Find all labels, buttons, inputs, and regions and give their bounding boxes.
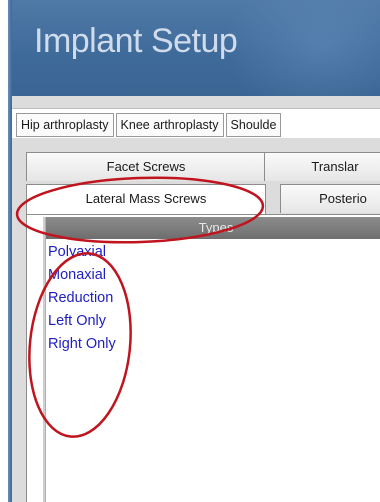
types-item-left-only[interactable]: Left Only (46, 310, 380, 333)
tab-lateral-mass-screws[interactable]: Lateral Mass Screws (26, 184, 266, 215)
types-item-reduction[interactable]: Reduction (46, 287, 380, 310)
header-banner: Implant Setup (12, 0, 380, 96)
header-glow (222, 0, 380, 96)
types-header: Types (46, 217, 380, 239)
tab-content-panel: Types Polyaxial Monaxial Reduction Left … (26, 214, 380, 502)
types-list: Polyaxial Monaxial Reduction Left Only R… (46, 241, 380, 356)
tab-posterior[interactable]: Posterio (280, 184, 380, 213)
tab-translaminar[interactable]: Translar (264, 152, 380, 181)
tab-row-1: Facet Screws Translar (26, 152, 380, 182)
page-title: Implant Setup (34, 22, 238, 60)
category-tab-knee-arthroplasty[interactable]: Knee arthroplasty (115, 113, 224, 137)
types-panel: Types Polyaxial Monaxial Reduction Left … (45, 217, 380, 502)
category-tabs: Hip arthroplasty Knee arthroplasty Shoulde (16, 113, 283, 137)
types-item-polyaxial[interactable]: Polyaxial (46, 241, 380, 264)
category-bar: Hip arthroplasty Knee arthroplasty Shoulde (12, 108, 380, 140)
tab-facet-screws[interactable]: Facet Screws (26, 152, 266, 181)
types-item-right-only[interactable]: Right Only (46, 333, 380, 356)
category-tab-hip-arthroplasty[interactable]: Hip arthroplasty (16, 113, 114, 137)
tab-row-2: Lateral Mass Screws Posterio (26, 184, 380, 215)
implant-setup-window: Implant Setup Hip arthroplasty Knee arthr… (8, 0, 380, 502)
category-tab-shoulder[interactable]: Shoulde (225, 113, 282, 137)
tabs-area: Facet Screws Translar Lateral Mass Screw… (12, 138, 380, 502)
types-item-monaxial[interactable]: Monaxial (46, 264, 380, 287)
